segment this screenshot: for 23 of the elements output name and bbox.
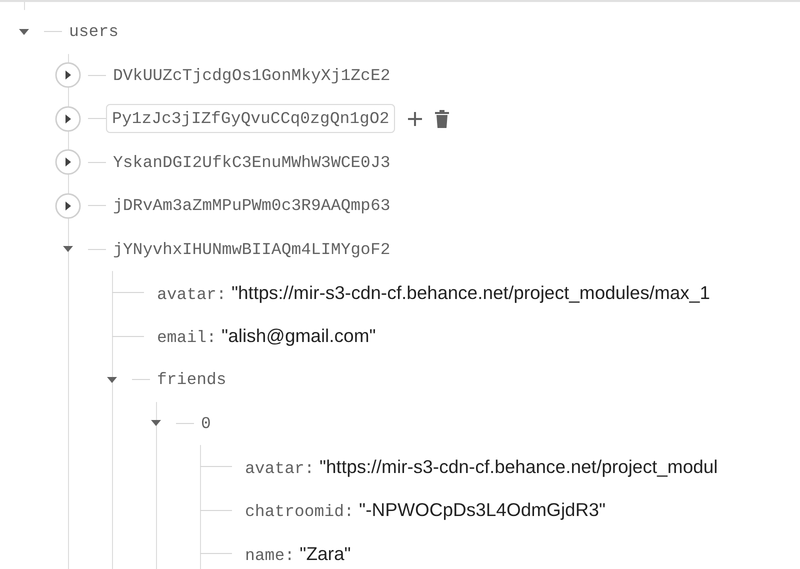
caret-icon[interactable] <box>62 245 74 254</box>
key-value-text: chatroomid: "-NPWOCpDs3L4OdmGjdR3" <box>244 498 607 524</box>
expand-button[interactable] <box>55 62 81 88</box>
caret-icon[interactable] <box>106 376 118 384</box>
node-key: jDRvAm3aZmMPuPWm0c3R9AAQmp63 <box>112 191 392 220</box>
caret-icon[interactable] <box>150 419 162 428</box>
node-key: friends <box>156 365 228 394</box>
add-icon[interactable] <box>407 110 424 127</box>
expand-button[interactable] <box>55 149 81 176</box>
key-value-text: avatar: "https://mir-s3-cdn-cf.behance.net/project_modules/max_1 <box>156 280 711 306</box>
node-key: DVkUUZcTjcdgOs1GonMkyXj1ZcE2 <box>112 60 392 90</box>
key-value-text: avatar: "https://mir-s3-cdn-cf.behance.net/project_modul <box>244 454 719 480</box>
node-key: jYNyvhxIHUNmwBIIAQm4LIMYgoF2 <box>112 234 392 264</box>
node-key: YskanDGI2UfkC3EnuMWhW3WCE0J3 <box>112 148 392 177</box>
expand-button[interactable] <box>55 192 81 219</box>
trash-icon[interactable] <box>435 110 450 128</box>
key-value-text: name: "Zara" <box>244 542 352 567</box>
key-value-text: email: "alish@gmail.com" <box>156 324 377 350</box>
expand-button[interactable] <box>55 106 81 132</box>
node-key: 0 <box>200 408 212 438</box>
node-key: users <box>68 17 120 46</box>
caret-icon[interactable] <box>18 28 30 36</box>
key-field[interactable]: Py1zJc3jIZfGyQvuCCq0zgQn1gO2 <box>106 104 396 134</box>
